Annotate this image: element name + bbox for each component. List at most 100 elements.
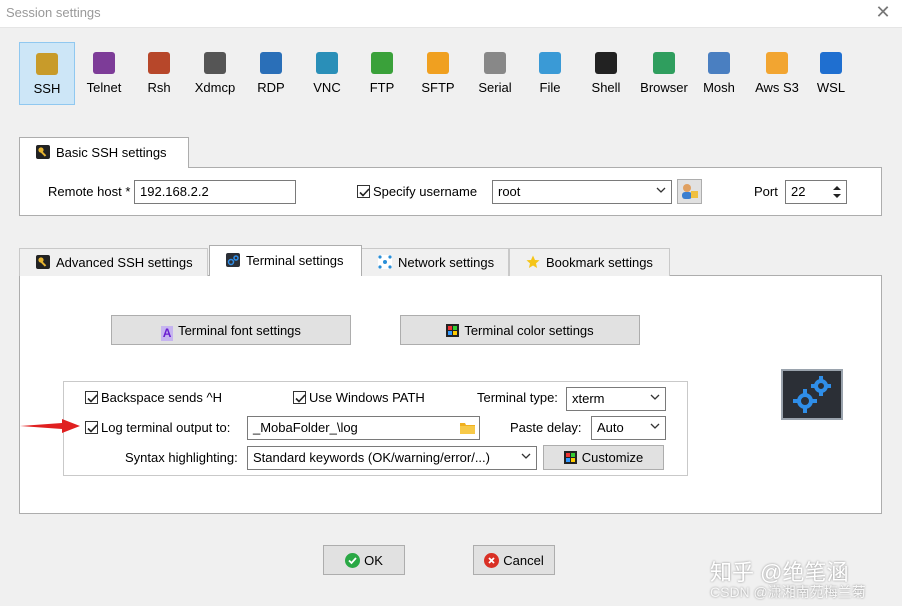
paste-delay-value: Auto: [597, 420, 624, 435]
protocol-vnc-button[interactable]: VNC: [301, 42, 353, 104]
protocol-label: RDP: [245, 80, 297, 95]
check-circle-icon: [345, 553, 360, 568]
plug-icon: [484, 52, 506, 74]
protocol-telnet-button[interactable]: Telnet: [79, 42, 129, 104]
tab-label: Terminal settings: [246, 253, 344, 268]
terminal-icon: [595, 52, 617, 74]
paste-delay-label: Paste delay:: [510, 420, 582, 435]
protocol-label: Mosh: [693, 80, 745, 95]
backspace-label: Backspace sends ^H: [101, 390, 222, 405]
title-bar: Session settings ✕: [0, 0, 902, 28]
folder-icon[interactable]: [460, 421, 475, 434]
syntax-highlighting-value: Standard keywords (OK/warning/error/...): [253, 450, 490, 465]
terminal-type-label: Terminal type:: [477, 390, 558, 405]
protocol-rsh-button[interactable]: Rsh: [134, 42, 184, 104]
browser-globe-icon: [653, 52, 675, 74]
user-icon: [679, 181, 700, 202]
network-icon: [378, 255, 392, 269]
sftp-globe-icon: [427, 52, 449, 74]
terminal-color-settings-button[interactable]: Terminal color settings: [400, 315, 640, 345]
protocol-wsl-button[interactable]: WSL: [805, 42, 857, 104]
syntax-highlighting-label: Syntax highlighting:: [125, 450, 238, 465]
protocol-rdp-button[interactable]: RDP: [245, 42, 297, 104]
watermark-csdn: CSDN @潇湘南苑梅兰菊: [710, 582, 866, 602]
terminal-type-select[interactable]: xterm: [566, 387, 666, 411]
terminal-settings-icon: [226, 253, 240, 267]
protocol-sftp-button[interactable]: SFTP: [412, 42, 464, 104]
tab-label: Network settings: [398, 255, 494, 270]
remote-host-input[interactable]: 192.168.2.2: [134, 180, 296, 204]
gears-icon: [148, 52, 170, 74]
protocol-label: Shell: [580, 80, 632, 95]
tab-label: Basic SSH settings: [56, 145, 167, 160]
window-title: Session settings: [6, 5, 101, 20]
star-icon: [526, 255, 540, 269]
username-value: root: [498, 184, 520, 199]
protocol-label: FTP: [356, 80, 408, 95]
log-output-checkbox[interactable]: [85, 421, 98, 434]
log-path-value: _MobaFolder_\log: [253, 420, 358, 435]
cancel-label: Cancel: [503, 553, 543, 568]
protocol-label: Serial: [469, 80, 521, 95]
chevron-down-icon: [656, 185, 666, 195]
tab-label: Bookmark settings: [546, 255, 653, 270]
chevron-down-icon: [650, 392, 660, 402]
x-circle-icon: [484, 553, 499, 568]
backspace-checkbox[interactable]: [85, 391, 98, 404]
use-windows-path-checkbox[interactable]: [293, 391, 306, 404]
log-path-input[interactable]: _MobaFolder_\log: [247, 416, 480, 440]
palette-icon: [446, 324, 459, 337]
port-spinner[interactable]: 22: [785, 180, 847, 204]
customize-button[interactable]: Customize: [543, 445, 664, 470]
protocol-serial-button[interactable]: Serial: [469, 42, 521, 104]
protocol-shell-button[interactable]: Shell: [580, 42, 632, 104]
key-icon: [36, 145, 50, 159]
tab-bookmark-settings[interactable]: Bookmark settings: [509, 248, 670, 276]
tab-basic-ssh-settings[interactable]: Basic SSH settings: [19, 137, 189, 168]
key-icon: [36, 53, 58, 75]
windows-icon: [820, 52, 842, 74]
protocol-file-button[interactable]: File: [524, 42, 576, 104]
color-button-label: Terminal color settings: [464, 323, 593, 338]
protocol-label: File: [524, 80, 576, 95]
protocol-label: Rsh: [134, 80, 184, 95]
terminal-font-settings-button[interactable]: ATerminal font settings: [111, 315, 351, 345]
tab-terminal-settings[interactable]: Terminal settings: [209, 245, 362, 276]
protocol-label: VNC: [301, 80, 353, 95]
ok-button[interactable]: OK: [323, 545, 405, 575]
paste-delay-select[interactable]: Auto: [591, 416, 666, 440]
protocol-label: Aws S3: [749, 80, 805, 95]
terminal-type-value: xterm: [572, 391, 605, 406]
x-monitor-icon: [204, 52, 226, 74]
close-icon[interactable]: ✕: [874, 3, 892, 21]
customize-label: Customize: [582, 450, 643, 465]
chevron-down-icon: [521, 451, 531, 461]
protocol-mosh-button[interactable]: Mosh: [693, 42, 745, 104]
user-manager-button[interactable]: [677, 179, 702, 204]
font-icon: A: [161, 326, 173, 341]
port-value: 22: [791, 184, 805, 199]
satellite-icon: [708, 52, 730, 74]
protocol-aws-s3-button[interactable]: Aws S3: [749, 42, 805, 104]
terminal-settings-gears-icon: [781, 369, 843, 420]
protocol-label: WSL: [805, 80, 857, 95]
spinner-arrows-icon[interactable]: [832, 184, 842, 200]
protocol-xdmcp-button[interactable]: Xdmcp: [189, 42, 241, 104]
protocol-ftp-button[interactable]: FTP: [356, 42, 408, 104]
tab-network-settings[interactable]: Network settings: [361, 248, 509, 276]
protocol-browser-button[interactable]: Browser: [636, 42, 692, 104]
protocol-label: SFTP: [412, 80, 464, 95]
syntax-highlighting-select[interactable]: Standard keywords (OK/warning/error/...): [247, 446, 537, 470]
ftp-globe-icon: [371, 52, 393, 74]
protocol-ssh-button[interactable]: SSH: [19, 42, 75, 105]
username-select[interactable]: root: [492, 180, 672, 204]
file-monitor-icon: [539, 52, 561, 74]
cancel-button[interactable]: Cancel: [473, 545, 555, 575]
protocol-label: Telnet: [79, 80, 129, 95]
tab-advanced-ssh-settings[interactable]: Advanced SSH settings: [19, 248, 208, 276]
key-icon: [36, 255, 50, 269]
windows-monitor-icon: [260, 52, 282, 74]
use-windows-path-label: Use Windows PATH: [309, 390, 425, 405]
remote-host-label: Remote host *: [48, 184, 130, 199]
specify-username-checkbox[interactable]: [357, 185, 370, 198]
